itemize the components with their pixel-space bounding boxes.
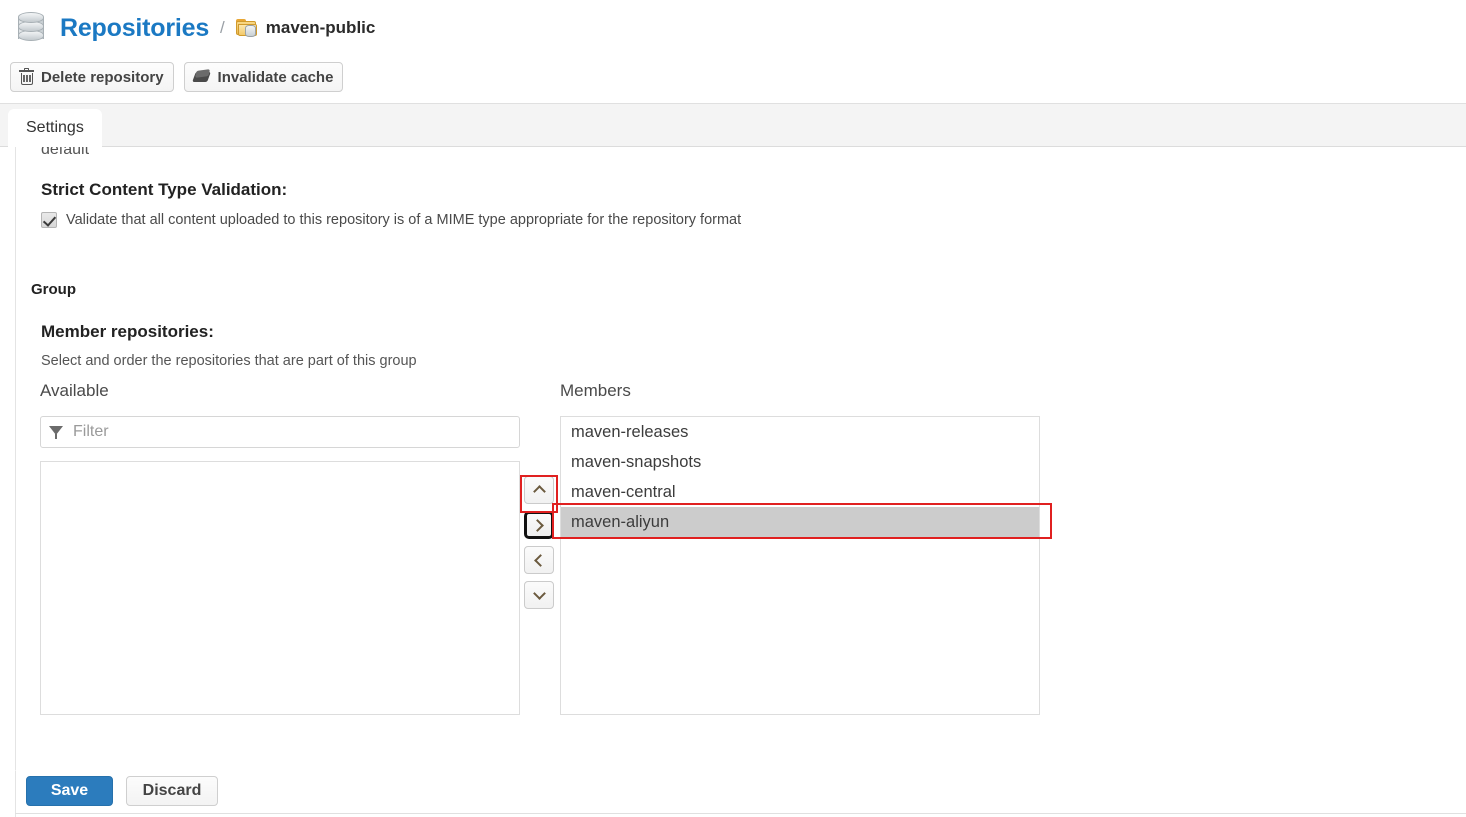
member-repositories-heading: Member repositories: (41, 322, 214, 341)
available-list[interactable] (40, 461, 520, 715)
tab-settings[interactable]: Settings (8, 109, 102, 147)
member-repositories-description: Select and order the repositories that a… (41, 353, 417, 369)
chevron-down-icon (532, 587, 546, 600)
remove-from-members-button[interactable] (524, 546, 554, 574)
list-item[interactable]: maven-releases (561, 417, 1039, 447)
breadcrumb-repo-name: maven-public (265, 18, 376, 37)
move-up-button[interactable] (524, 476, 554, 504)
invalidate-cache-label: Invalidate cache (217, 68, 334, 86)
list-item[interactable]: maven-snapshots (561, 447, 1039, 477)
list-item[interactable]: maven-central (561, 477, 1039, 507)
strict-validation-checkbox[interactable] (41, 212, 57, 228)
available-filter-wrapper[interactable] (40, 416, 520, 448)
strict-validation-heading: Strict Content Type Validation: (41, 180, 288, 199)
members-list[interactable]: maven-releases maven-snapshots maven-cen… (560, 416, 1040, 715)
members-column-label: Members (560, 381, 631, 400)
funnel-icon (49, 425, 63, 439)
group-section-label: Group (31, 281, 76, 298)
save-button[interactable]: Save (26, 776, 113, 806)
available-column-label: Available (40, 381, 109, 400)
form-footer: Save Discard (15, 770, 1466, 817)
repository-format-value: default (41, 147, 90, 158)
database-icon (14, 10, 48, 46)
toolbar: Delete repository Invalidate cache (10, 62, 344, 92)
strict-validation-row[interactable]: Validate that all content uploaded to th… (41, 212, 741, 228)
page-title[interactable]: Repositories (60, 14, 209, 43)
add-to-members-button[interactable] (524, 511, 554, 539)
transfer-buttons (524, 476, 554, 609)
chevron-left-icon (534, 553, 547, 567)
eraser-icon (191, 69, 211, 85)
repository-folder-icon (235, 18, 258, 38)
settings-panel: default Strict Content Type Validation: … (15, 147, 1466, 770)
delete-repository-button[interactable]: Delete repository (10, 62, 174, 92)
chevron-right-icon (531, 518, 544, 532)
invalidate-cache-button[interactable]: Invalidate cache (183, 62, 344, 92)
strict-validation-label: Validate that all content uploaded to th… (66, 212, 742, 228)
list-item[interactable]: maven-aliyun (561, 507, 1039, 537)
delete-repository-label: Delete repository (41, 68, 164, 86)
footer-divider (15, 813, 1466, 814)
tab-bar: Settings (0, 103, 1466, 147)
move-down-button[interactable] (524, 581, 554, 609)
breadcrumb-separator: / (220, 18, 225, 37)
available-filter-input[interactable] (71, 422, 491, 442)
discard-button[interactable]: Discard (126, 776, 218, 806)
page-header: Repositories / maven-public (0, 0, 1466, 56)
trash-icon (19, 67, 34, 86)
chevron-up-icon (532, 485, 546, 498)
